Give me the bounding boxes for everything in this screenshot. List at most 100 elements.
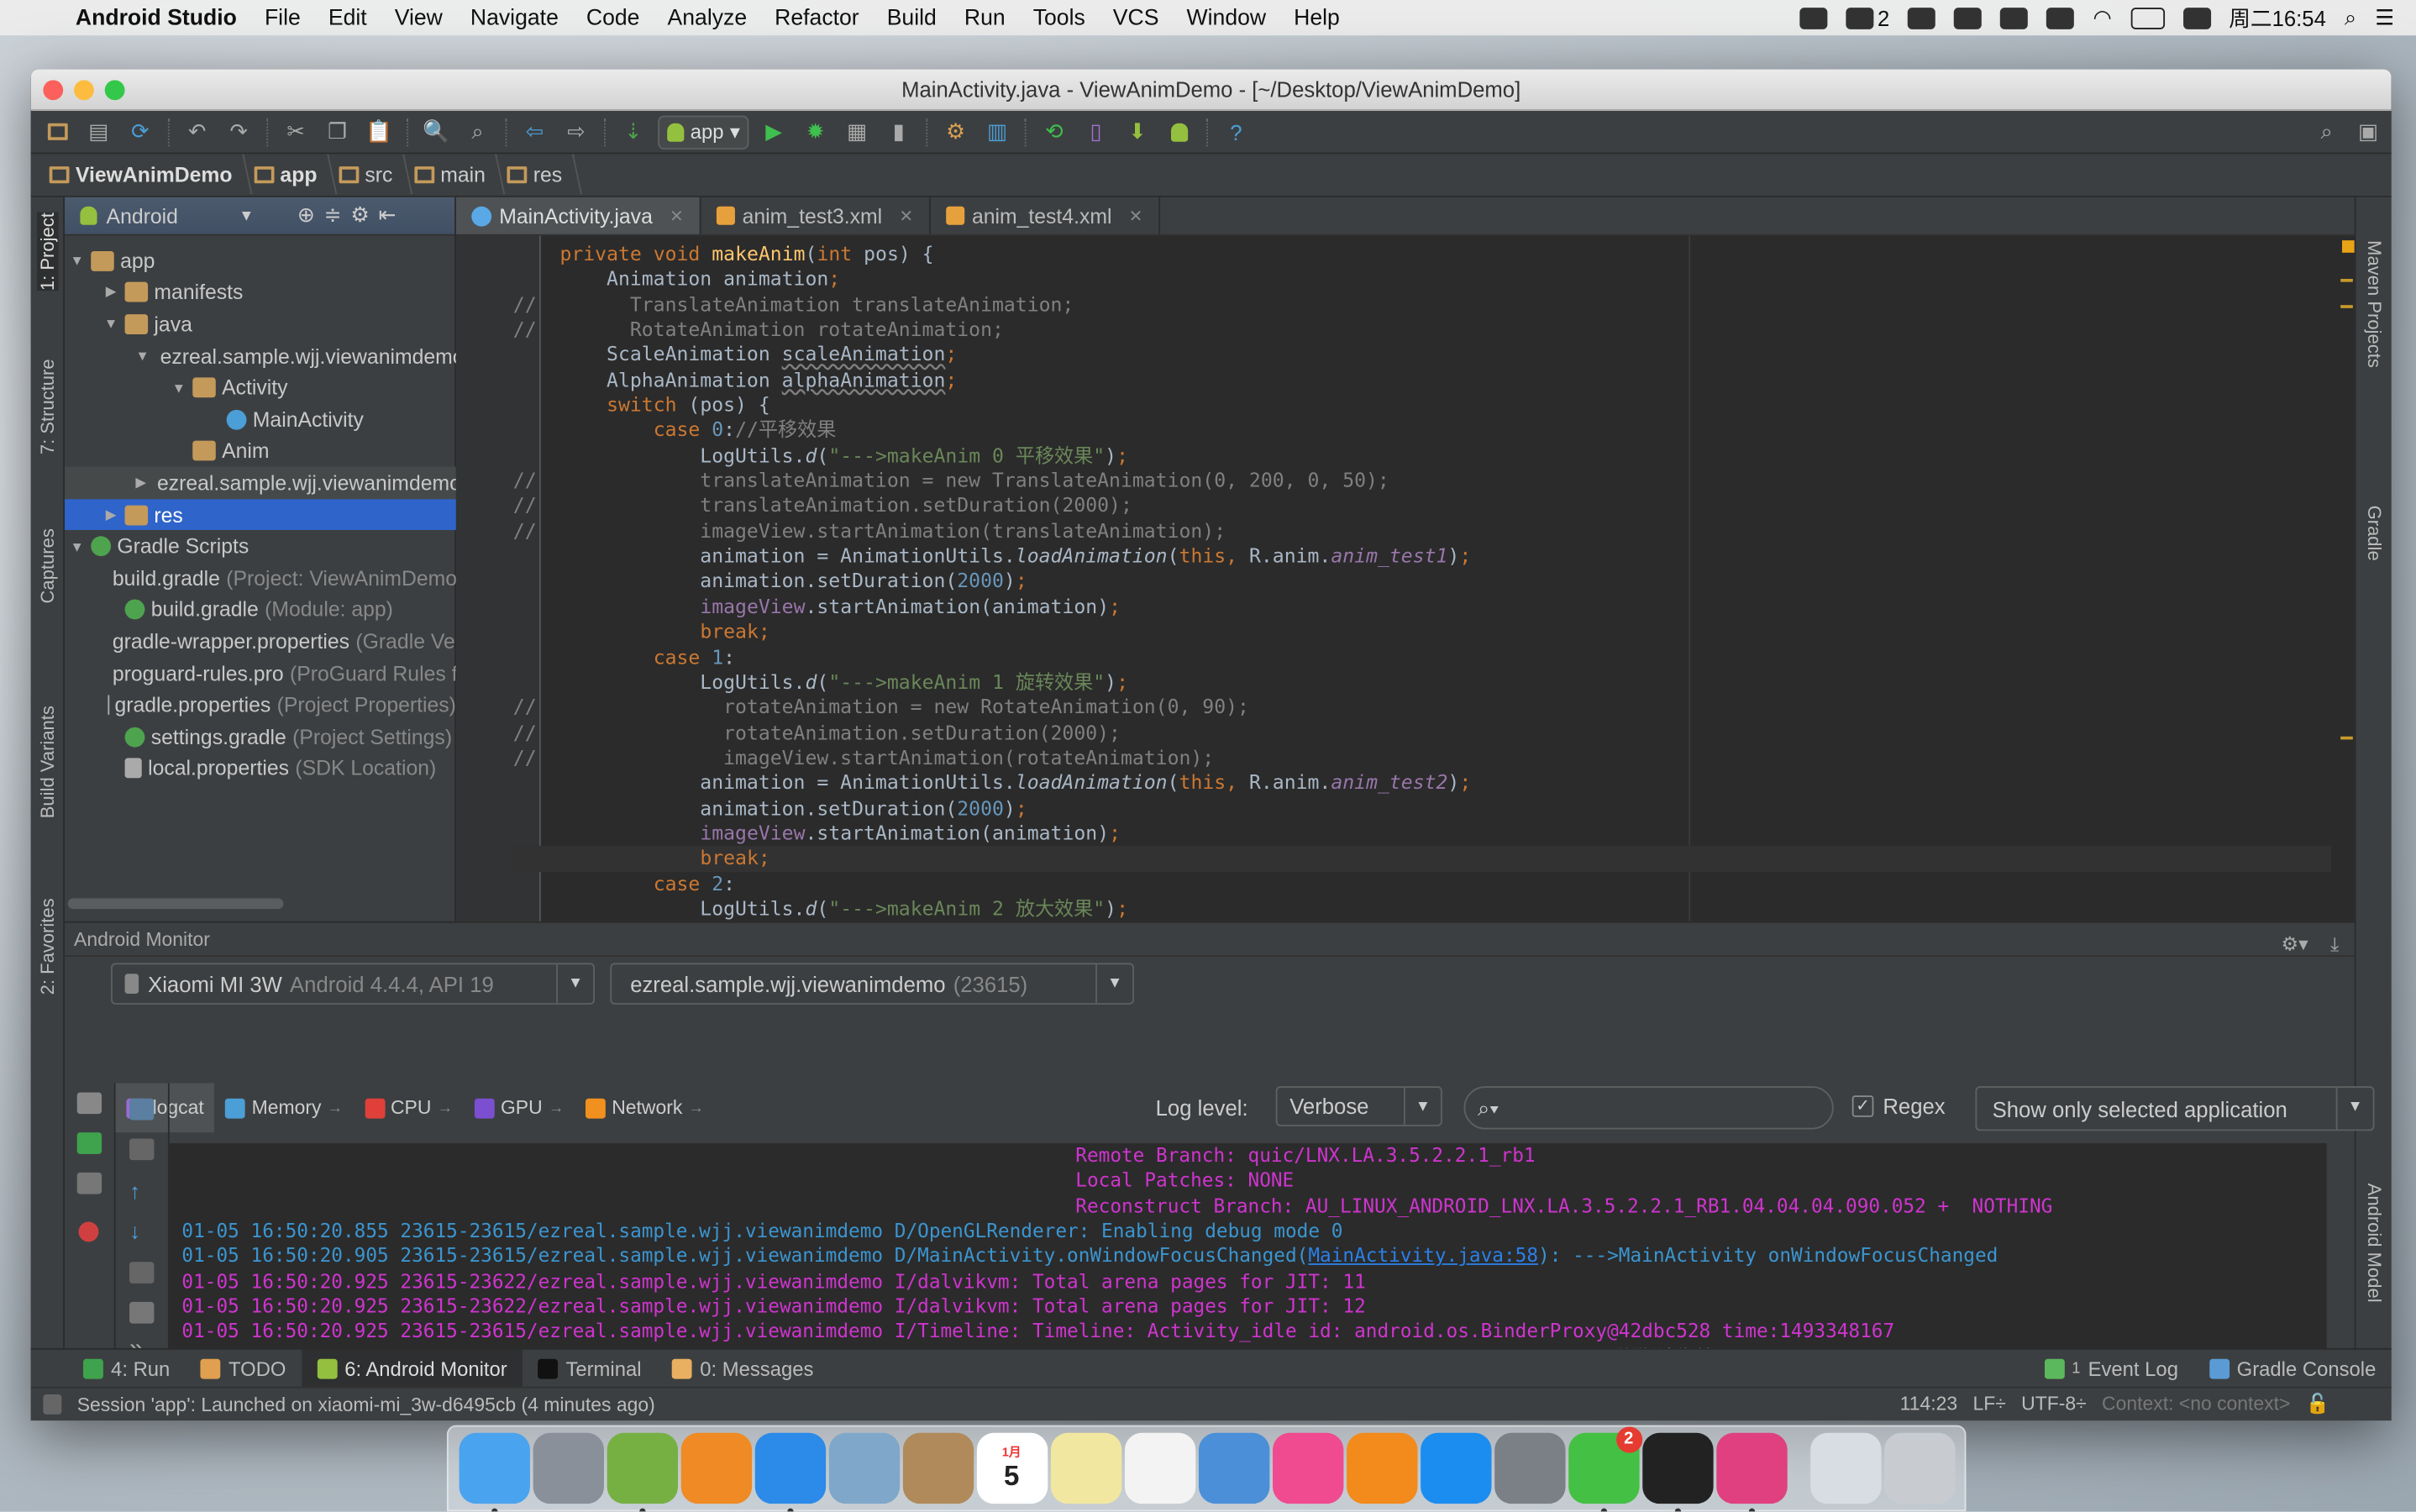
tool-tab-run[interactable]: 4: Run xyxy=(68,1349,186,1388)
breadcrumb-item[interactable]: app xyxy=(248,163,333,186)
tree-item[interactable]: build.gradle (Module: app) xyxy=(65,594,456,626)
dock-wechat-icon[interactable]: 2 xyxy=(1568,1426,1642,1512)
tool-window-gradle[interactable]: Gradle xyxy=(2364,506,2386,561)
input-method-icon[interactable] xyxy=(2182,7,2211,29)
dock-android-studio-icon[interactable] xyxy=(606,1432,678,1512)
menu-edit[interactable]: Edit xyxy=(314,5,381,29)
editor-tab[interactable]: anim_test3.xml ✕ xyxy=(701,197,931,234)
tree-item[interactable]: local.properties (SDK Location) xyxy=(65,753,456,785)
tree-item[interactable]: ▶ ezreal.sample.wjj.viewanimdemo xyxy=(65,467,456,499)
close-tab-icon[interactable]: ✕ xyxy=(1129,206,1143,226)
lock-icon[interactable]: 🔓 xyxy=(2306,1393,2330,1416)
expanded-arrow-icon[interactable]: ▼ xyxy=(68,538,87,554)
filter-select[interactable]: Show only selected application ▼ xyxy=(1975,1086,2375,1131)
display-icon[interactable] xyxy=(1799,7,1827,29)
coverage-icon[interactable]: ▦ xyxy=(840,116,874,147)
qq-icon[interactable] xyxy=(1908,7,1936,29)
close-tab-icon[interactable]: ✕ xyxy=(899,206,913,226)
tree-item[interactable]: ▼ app xyxy=(65,245,456,277)
menu-code[interactable]: Code xyxy=(572,5,654,29)
pin-icon[interactable]: → xyxy=(438,1100,453,1116)
dock-preview-icon[interactable] xyxy=(827,1432,900,1504)
breadcrumb-item[interactable]: src xyxy=(333,163,408,186)
open-folder-icon[interactable] xyxy=(40,116,74,147)
arrow-up-icon[interactable]: ↑ xyxy=(129,1179,154,1203)
hide-panel-icon[interactable]: ⤓ xyxy=(2330,927,2339,961)
menu-build[interactable]: Build xyxy=(873,5,950,29)
help-icon[interactable]: ? xyxy=(1219,116,1253,147)
tool-window-android-model[interactable]: Android Model xyxy=(2364,1184,2386,1303)
tool-window-maven-projects[interactable]: Maven Projects xyxy=(2364,240,2386,368)
project-view-select[interactable]: Android xyxy=(107,204,230,228)
breadcrumb-item[interactable]: main xyxy=(408,163,502,186)
dock-app-store-icon[interactable] xyxy=(1420,1432,1491,1504)
tool-tab-android[interactable]: 6: Android Monitor xyxy=(301,1348,523,1388)
tree-item[interactable]: ▼ Gradle Scripts xyxy=(65,531,456,563)
pin-icon[interactable]: → xyxy=(689,1100,704,1116)
menu-analyze[interactable]: Analyze xyxy=(654,5,761,29)
tree-item[interactable]: settings.gradle (Project Settings) xyxy=(65,721,456,753)
cloud-icon[interactable] xyxy=(1954,7,1983,29)
breadcrumb-item[interactable]: res xyxy=(501,163,577,186)
debug-icon[interactable]: ✹ xyxy=(799,116,832,147)
gear-icon[interactable]: ⚙▾ xyxy=(2282,927,2308,961)
forward-icon[interactable]: ⇨ xyxy=(559,116,593,147)
dock-keynote-icon[interactable] xyxy=(1198,1432,1269,1504)
dock-screenshot-icon[interactable] xyxy=(1810,1432,1882,1504)
editor-tab[interactable]: MainActivity.java ✕ xyxy=(455,197,701,234)
wifi-icon[interactable]: ◠ xyxy=(2093,5,2111,31)
tool-window--favorites[interactable]: 2: Favorites xyxy=(37,898,59,995)
scroll-from-source-icon[interactable]: ⊕ xyxy=(297,203,315,228)
soft-wrap-icon[interactable] xyxy=(129,1262,155,1284)
tree-item[interactable]: gradle-wrapper.properties(Gradle Version… xyxy=(65,626,456,658)
scroll-to-end-icon[interactable] xyxy=(129,1138,155,1161)
replace-icon[interactable]: ⌕ xyxy=(460,116,494,147)
avd-manager-icon[interactable]: ▯ xyxy=(1079,116,1112,147)
dock-ibooks-icon[interactable] xyxy=(1346,1432,1417,1504)
close-window-button[interactable] xyxy=(43,80,64,101)
clock[interactable]: 周二16:54 xyxy=(2229,3,2326,34)
find-icon[interactable]: 🔍 xyxy=(419,116,453,147)
pin-icon[interactable]: → xyxy=(549,1100,564,1116)
toggle-tool-windows-icon[interactable] xyxy=(43,1394,62,1415)
menu-window[interactable]: Window xyxy=(1173,5,1280,29)
tool-window--project[interactable]: 1: Project xyxy=(37,213,59,291)
redo-icon[interactable]: ↷ xyxy=(222,116,255,147)
monitor-tab-network[interactable]: Network → xyxy=(575,1083,715,1132)
system-info-icon[interactable] xyxy=(76,1172,102,1194)
zoom-window-button[interactable] xyxy=(104,80,125,101)
tree-item[interactable]: MainActivity xyxy=(65,404,456,436)
expanded-arrow-icon[interactable]: ▼ xyxy=(170,380,188,395)
arrow-down-icon[interactable]: ↓ xyxy=(129,1219,154,1243)
run-icon[interactable]: ▶ xyxy=(757,116,790,147)
expanded-arrow-icon[interactable]: ▼ xyxy=(135,349,149,364)
print-icon[interactable] xyxy=(129,1301,155,1324)
paste-icon[interactable]: 📋 xyxy=(362,116,396,147)
dock-app-18-icon[interactable] xyxy=(1715,1432,1787,1512)
pin-icon[interactable]: → xyxy=(328,1100,343,1116)
log-search-input[interactable] xyxy=(1505,1096,1799,1120)
process-select[interactable]: ezreal.sample.wjj.viewanimdemo (23615) ▼ xyxy=(610,963,1134,1005)
line-separator[interactable]: LF÷ xyxy=(1972,1393,2005,1416)
menu-refactor[interactable]: Refactor xyxy=(761,5,874,29)
terminate-app-icon[interactable] xyxy=(78,1221,99,1242)
dock-qq-icon[interactable] xyxy=(1641,1432,1713,1512)
menu-run[interactable]: Run xyxy=(950,5,1019,29)
tool-tab-gradle-console[interactable]: Gradle Console xyxy=(2193,1349,2391,1388)
copy-icon[interactable]: ❐ xyxy=(321,116,355,147)
tree-item[interactable]: build.gradle (Project: ViewAnimDemo) xyxy=(65,562,456,594)
run-configuration-select[interactable]: app ▾ xyxy=(658,114,749,150)
menu-android-studio[interactable]: Android Studio xyxy=(61,5,250,29)
error-stripe[interactable] xyxy=(2339,236,2355,921)
source-link[interactable]: MainActivity.java:58 xyxy=(1308,1244,1538,1268)
cut-icon[interactable]: ✂ xyxy=(279,116,313,147)
tree-item[interactable]: ▼ Activity xyxy=(65,372,456,404)
expanded-arrow-icon[interactable]: ▼ xyxy=(68,253,87,268)
dock-notes-icon[interactable] xyxy=(1050,1432,1121,1504)
dock-launchpad-icon[interactable] xyxy=(532,1432,604,1504)
spotlight-icon[interactable]: ⌕ xyxy=(2345,5,2356,31)
menu-tools[interactable]: Tools xyxy=(1019,5,1099,29)
monitor-tab-gpu[interactable]: GPU → xyxy=(464,1083,575,1132)
collapsed-arrow-icon[interactable]: ▶ xyxy=(102,507,120,523)
dock-trash-icon[interactable] xyxy=(1884,1432,1956,1504)
